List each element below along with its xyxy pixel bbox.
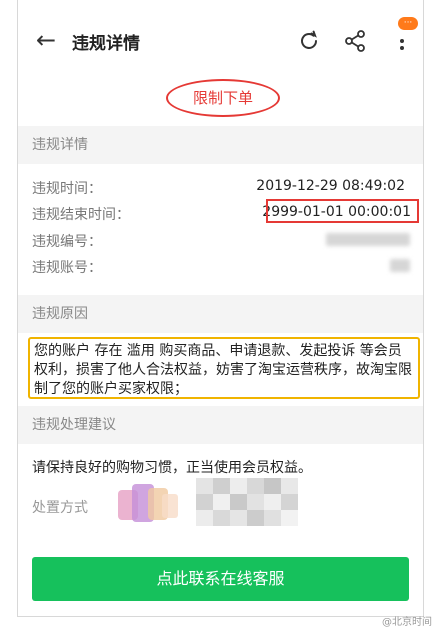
status-pill-label: 限制下单 — [192, 89, 253, 107]
redacted-mosaic — [196, 478, 298, 526]
more-vertical-icon[interactable] — [392, 28, 412, 54]
row-label-end-time: 违规结束时间： — [32, 207, 130, 223]
redacted-account — [390, 259, 410, 272]
redacted-number — [326, 233, 410, 246]
notification-badge: ··· — [398, 17, 418, 30]
advice-text: 请保持良好的购物习惯，正当使用会员权益。 — [32, 460, 312, 476]
status-pill: 限制下单 — [166, 79, 280, 117]
watermark-logo — [118, 484, 178, 522]
reason-text: 您的账户 存在 滥用 购买商品、申请退款、发起投诉 等会员权利，损害了他人合法权… — [34, 343, 412, 397]
section-header-advice: 违规处理建议 — [18, 406, 423, 444]
section-header-reason: 违规原因 — [18, 295, 423, 333]
row-label-time: 违规时间： — [32, 181, 102, 197]
contact-support-button[interactable]: 点此联系在线客服 — [32, 557, 409, 601]
section-header-details: 违规详情 — [18, 126, 423, 164]
row-label-number: 违规编号： — [32, 234, 102, 250]
refresh-icon[interactable] — [296, 28, 322, 54]
row-label-account: 违规账号： — [32, 260, 102, 276]
highlight-box-end-time — [266, 199, 419, 223]
disposal-method-label: 处置方式 — [32, 500, 88, 516]
watermark-text: @北京时间 — [382, 617, 432, 628]
share-icon[interactable] — [342, 28, 368, 54]
arrow-left-icon[interactable]: ← — [36, 28, 56, 52]
top-bar: ← 违规详情 ··· — [18, 0, 423, 82]
screen-frame: ← 违规详情 ··· 限制下单 违规详情 违规时间： 2019-12-29 08… — [17, 0, 424, 617]
page-title: 违规详情 — [72, 34, 140, 54]
row-value-time: 2019-12-29 08:49:02 — [256, 178, 405, 194]
